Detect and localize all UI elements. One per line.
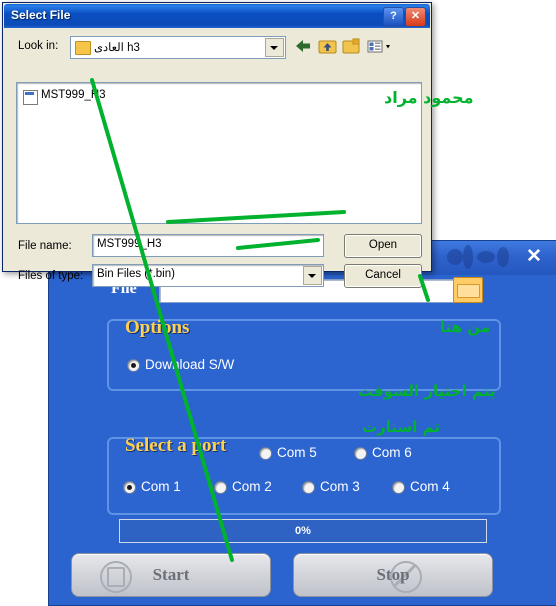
file-name-label: File name: — [18, 240, 72, 252]
help-button[interactable]: ? — [383, 7, 404, 27]
file-name-input[interactable]: MST999_H3 — [92, 234, 324, 257]
options-group-title: Options — [125, 317, 190, 338]
cancel-button[interactable]: Cancel — [344, 264, 422, 288]
browse-folder-button[interactable] — [453, 277, 483, 303]
dialog-body: Look in: h3 العادى MST999_H3 File name: … — [4, 28, 430, 288]
radio-download-sw[interactable]: Download S/W — [127, 357, 234, 372]
new-folder-button[interactable] — [340, 35, 363, 57]
downloader-window: ✕ File Options Download S/W Select a por… — [48, 240, 556, 606]
chevron-down-icon[interactable] — [303, 266, 322, 285]
radio-com2[interactable]: Com 2 — [214, 479, 272, 494]
start-button[interactable]: Start — [71, 553, 271, 597]
radio-com6-label: Com 6 — [372, 445, 412, 460]
files-of-type-combo[interactable]: Bin Files (*.bin) — [92, 264, 324, 287]
app-close-button[interactable]: ✕ — [523, 247, 545, 267]
folder-icon — [75, 41, 91, 55]
radio-com4[interactable]: Com 4 — [392, 479, 450, 494]
annotation-text-1: من هنا — [440, 318, 491, 336]
dialog-titlebar: Select File ? ✕ — [4, 4, 430, 28]
look-in-label: Look in: — [18, 40, 59, 52]
radio-com5-label: Com 5 — [277, 445, 317, 460]
progress-bar-label: 0% — [295, 525, 311, 537]
radio-com4-label: Com 4 — [410, 479, 450, 494]
stop-button-label: Stop — [376, 565, 410, 584]
file-name-value: MST999_H3 — [97, 238, 162, 250]
files-of-type-label: Files of type: — [18, 270, 84, 282]
port-group-title: Select a port — [125, 435, 227, 456]
dialog-title: Select File — [11, 8, 71, 22]
up-one-level-button[interactable] — [316, 35, 339, 57]
select-file-dialog: Select File ? ✕ Look in: h3 العادى MST99… — [2, 2, 432, 288]
radio-com5[interactable]: Com 5 — [259, 445, 317, 460]
radio-com3[interactable]: Com 3 — [302, 479, 360, 494]
radio-com1[interactable]: Com 1 — [123, 479, 181, 494]
look-in-combo[interactable]: h3 العادى — [70, 36, 286, 59]
annotation-text-0: محمود مراد — [384, 88, 474, 107]
dialog-close-button[interactable]: ✕ — [405, 7, 426, 27]
views-button[interactable] — [364, 35, 396, 57]
start-button-label: Start — [152, 565, 190, 584]
look-in-value: h3 العادى — [94, 42, 140, 54]
back-button[interactable] — [292, 35, 315, 57]
radio-com3-label: Com 3 — [320, 479, 360, 494]
radio-download-sw-label: Download S/W — [145, 357, 235, 372]
radio-com2-label: Com 2 — [232, 479, 272, 494]
stop-button[interactable]: Stop — [293, 553, 493, 597]
progress-bar: 0% — [119, 519, 487, 543]
radio-com6[interactable]: Com 6 — [354, 445, 412, 460]
list-item[interactable]: MST999_H3 — [23, 89, 106, 105]
open-button[interactable]: Open — [344, 234, 422, 258]
decorative-graphic — [441, 243, 515, 273]
radio-com1-label: Com 1 — [141, 479, 181, 494]
chevron-down-icon[interactable] — [265, 38, 284, 57]
file-list[interactable]: MST999_H3 — [16, 82, 422, 224]
files-of-type-value: Bin Files (*.bin) — [97, 268, 175, 280]
annotation-text-2: يتم اختيار السوفت — [358, 382, 496, 400]
annotation-text-3: ثم استارت — [362, 418, 440, 436]
